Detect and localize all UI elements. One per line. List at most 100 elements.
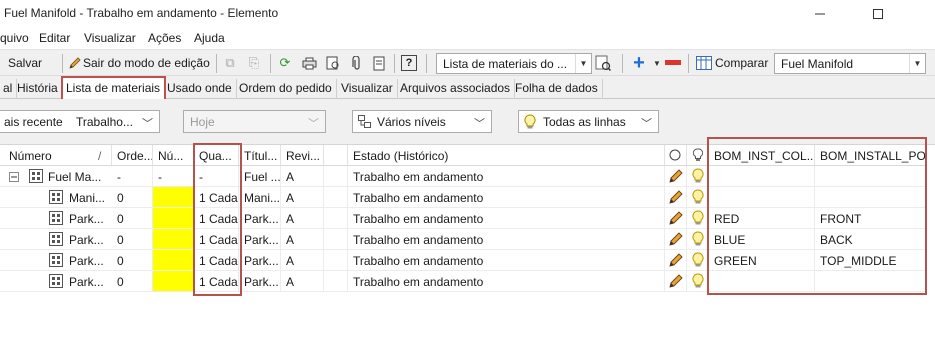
toolbar-separator xyxy=(270,54,271,73)
cell-edit[interactable] xyxy=(665,187,687,208)
cell-numero-item[interactable] xyxy=(153,271,194,292)
tab-usado-onde[interactable]: Usado onde xyxy=(164,79,237,99)
cell-numero[interactable]: Park... xyxy=(0,250,112,271)
column-header-status[interactable] xyxy=(665,145,687,166)
cell-lightbulb[interactable] xyxy=(687,271,709,292)
cell-numero-item[interactable] xyxy=(153,229,194,250)
tab-arquivos-associados[interactable]: Arquivos associados xyxy=(397,79,516,99)
cell-lightbulb[interactable] xyxy=(687,208,709,229)
cell-estado[interactable]: Trabalho em andamento xyxy=(348,187,665,208)
cell-lightbulb[interactable] xyxy=(687,166,709,187)
tab-lista-de-materiais[interactable]: Lista de materiais xyxy=(61,76,167,100)
cell-numero-item[interactable]: - xyxy=(153,166,194,187)
cell-edit[interactable] xyxy=(665,229,687,250)
save-button[interactable]: Salvar xyxy=(8,56,42,70)
column-header-lightbulb[interactable] xyxy=(687,145,709,166)
cell-numero[interactable]: Park... xyxy=(0,208,112,229)
compare-select[interactable]: Fuel Manifold ▼ xyxy=(774,53,926,74)
help-icon[interactable]: ? xyxy=(401,55,417,71)
maximize-button[interactable] xyxy=(855,0,901,27)
collapse-icon[interactable] xyxy=(9,171,19,185)
tab-bar: al História Lista de materiais Usado ond… xyxy=(0,76,935,100)
exit-edit-mode-button[interactable]: Sair do modo de edição xyxy=(83,56,210,70)
menu-acoes[interactable]: Ações xyxy=(148,31,181,45)
levels-select[interactable]: Vários níveis ﹀ xyxy=(352,110,492,133)
tab-ordem-do-pedido[interactable]: Ordem do pedido xyxy=(236,79,337,99)
menu-editar[interactable]: Editar xyxy=(39,31,70,45)
cell-lightbulb[interactable] xyxy=(687,187,709,208)
view-settings-icon[interactable] xyxy=(594,54,612,72)
paste-icon[interactable]: ⎘ xyxy=(245,54,263,72)
cell-ordem[interactable]: 0 xyxy=(112,271,153,292)
cell-titulo[interactable]: Fuel ... xyxy=(239,166,281,187)
cell-numero[interactable]: Fuel Ma... xyxy=(0,166,112,187)
document-icon[interactable] xyxy=(370,54,388,72)
cell-estado[interactable]: Trabalho em andamento xyxy=(348,229,665,250)
tab-historia[interactable]: História xyxy=(14,79,63,99)
cell-edit[interactable] xyxy=(665,250,687,271)
menu-arquivo[interactable]: quivo xyxy=(0,31,29,45)
cell-titulo[interactable]: Park... xyxy=(239,208,281,229)
revision-filter-select[interactable]: ais recente Trabalho... ﹀ xyxy=(0,110,160,133)
cell-revisao[interactable]: A xyxy=(281,208,324,229)
cell-blank[interactable] xyxy=(324,166,348,187)
cell-blank[interactable] xyxy=(324,229,348,250)
cell-ordem[interactable]: 0 xyxy=(112,208,153,229)
cell-numero-item[interactable] xyxy=(153,187,194,208)
cell-revisao[interactable]: A xyxy=(281,229,324,250)
column-header-blank[interactable] xyxy=(324,145,348,166)
cell-estado[interactable]: Trabalho em andamento xyxy=(348,166,665,187)
cell-blank[interactable] xyxy=(324,250,348,271)
cell-numero-item[interactable] xyxy=(153,208,194,229)
lines-select[interactable]: Todas as linhas ﹀ xyxy=(518,110,659,133)
cell-numero[interactable]: Park... xyxy=(0,271,112,292)
attachment-icon[interactable] xyxy=(348,54,366,72)
cell-revisao[interactable]: A xyxy=(281,250,324,271)
cell-lightbulb[interactable] xyxy=(687,229,709,250)
cell-estado[interactable]: Trabalho em andamento xyxy=(348,208,665,229)
cell-titulo[interactable]: Mani... xyxy=(239,187,281,208)
copy-icon[interactable]: ⧉ xyxy=(221,54,239,72)
print-icon[interactable] xyxy=(300,54,318,72)
cell-ordem[interactable]: 0 xyxy=(112,229,153,250)
cell-ordem[interactable]: 0 xyxy=(112,250,153,271)
compare-label[interactable]: Comparar xyxy=(715,56,768,70)
menu-visualizar[interactable]: Visualizar xyxy=(84,31,136,45)
cell-revisao[interactable]: A xyxy=(281,187,324,208)
remove-icon[interactable] xyxy=(664,54,682,72)
tab-folha-de-dados[interactable]: Folha de dados xyxy=(512,79,603,99)
column-header-numero-item[interactable]: Nú... xyxy=(153,145,194,166)
cell-edit[interactable] xyxy=(665,208,687,229)
preview-icon[interactable] xyxy=(324,54,342,72)
cell-numero[interactable]: Mani... xyxy=(0,187,112,208)
column-header-ordem[interactable]: Orde... xyxy=(112,145,153,166)
cell-ordem[interactable]: 0 xyxy=(112,187,153,208)
cell-edit[interactable] xyxy=(665,166,687,187)
refresh-icon[interactable]: ⟳ xyxy=(276,54,294,72)
cell-titulo[interactable]: Park... xyxy=(239,229,281,250)
add-icon[interactable]: + xyxy=(630,52,648,74)
minimize-button[interactable] xyxy=(797,0,843,27)
compare-icon[interactable] xyxy=(695,54,713,72)
cell-titulo[interactable]: Park... xyxy=(239,250,281,271)
view-select[interactable]: Lista de materiais do ... ▼ xyxy=(436,53,592,74)
column-header-estado[interactable]: Estado (Histórico) xyxy=(348,145,665,166)
cell-estado[interactable]: Trabalho em andamento xyxy=(348,250,665,271)
cell-numero-item[interactable] xyxy=(153,250,194,271)
cell-blank[interactable] xyxy=(324,271,348,292)
cell-titulo[interactable]: Park... xyxy=(239,271,281,292)
column-header-revisao[interactable]: Revi... xyxy=(281,145,324,166)
cell-ordem[interactable]: - xyxy=(112,166,153,187)
column-header-titulo[interactable]: Títul... xyxy=(239,145,281,166)
menu-ajuda[interactable]: Ajuda xyxy=(194,31,225,45)
cell-numero[interactable]: Park... xyxy=(0,229,112,250)
column-header-numero[interactable]: Número / xyxy=(0,145,112,166)
cell-estado[interactable]: Trabalho em andamento xyxy=(348,271,665,292)
cell-revisao[interactable]: A xyxy=(281,271,324,292)
cell-edit[interactable] xyxy=(665,271,687,292)
cell-lightbulb[interactable] xyxy=(687,250,709,271)
cell-revisao[interactable]: A xyxy=(281,166,324,187)
tab-visualizar[interactable]: Visualizar xyxy=(338,79,398,99)
cell-blank[interactable] xyxy=(324,187,348,208)
cell-blank[interactable] xyxy=(324,208,348,229)
